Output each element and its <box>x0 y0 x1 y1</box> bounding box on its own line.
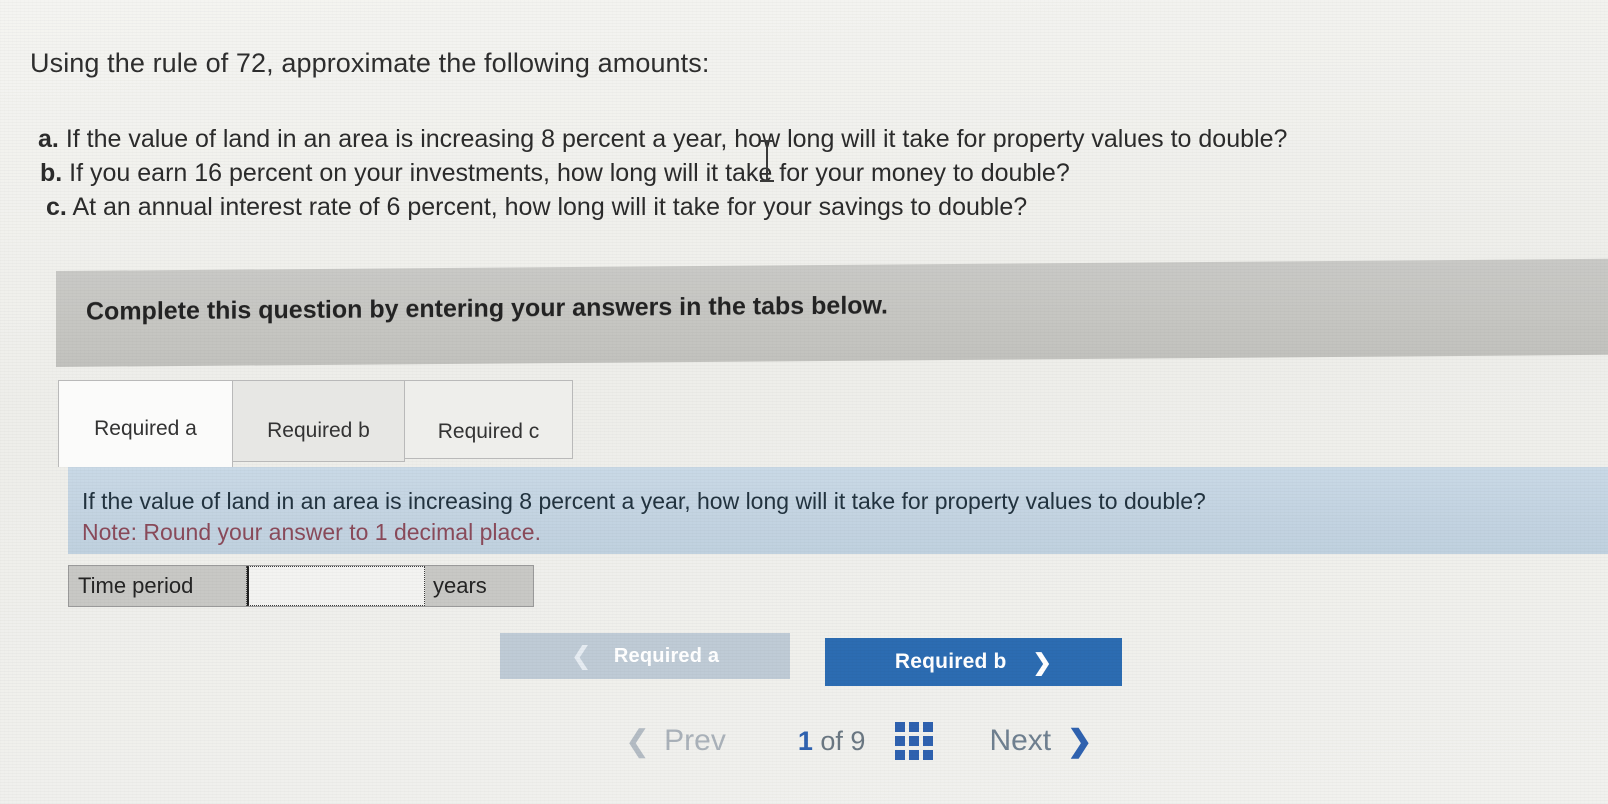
page-title: Using the rule of 72, approximate the fo… <box>30 48 710 78</box>
question-part-c: c. At an annual interest rate of 6 perce… <box>38 190 1578 224</box>
tab-required-c[interactable]: Required c <box>404 380 573 459</box>
tab-required-b[interactable]: Required b <box>232 380 405 462</box>
tab-required-a[interactable]: Required a <box>58 380 233 467</box>
answer-row-label: Time period <box>69 566 247 606</box>
requirement-nav: ❮ Required a Required b ❯ <box>500 633 1122 686</box>
question-part-b: b. If you earn 16 percent on your invest… <box>38 156 1578 190</box>
question-part-a: a. If the value of land in an area is in… <box>38 122 1578 156</box>
question-part-b-label: b. <box>40 159 63 187</box>
next-button-label: Next <box>989 724 1052 757</box>
question-panel-question: If the value of land in an area is incre… <box>82 488 1206 514</box>
question-panel: If the value of land in an area is incre… <box>68 467 1608 554</box>
answer-row-unit: years <box>425 566 533 606</box>
answer-row: Time period years <box>68 565 534 607</box>
next-button[interactable]: Next ❯ <box>989 724 1092 759</box>
question-part-b-text: If you earn 16 percent on your investmen… <box>69 159 1070 187</box>
required-b-button[interactable]: Required b ❯ <box>825 638 1122 686</box>
tab-required-b-label: Required b <box>267 419 370 442</box>
instruction-banner: Complete this question by entering your … <box>56 258 1608 367</box>
tab-required-a-label: Required a <box>94 417 197 440</box>
page-of-label: of <box>820 725 843 756</box>
required-a-button[interactable]: ❮ Required a <box>500 633 790 679</box>
instruction-banner-text: Complete this question by entering your … <box>86 291 888 326</box>
chevron-right-icon: ❯ <box>1067 724 1093 758</box>
prev-button-label: Prev <box>664 724 726 757</box>
prev-button[interactable]: ❮ Prev <box>625 724 726 759</box>
current-page-number: 1 <box>797 725 813 756</box>
required-b-button-label: Required b <box>894 650 1007 673</box>
required-a-button-label: Required a <box>613 644 720 667</box>
question-panel-note: Note: Round your answer to 1 decimal pla… <box>82 519 541 545</box>
grid-3x3-icon[interactable] <box>895 722 934 760</box>
question-parts-list: a. If the value of land in an area is in… <box>38 122 1578 224</box>
pagination-bar: ❮ Prev 1 of 9 Next ❯ <box>625 722 1092 760</box>
question-part-c-label: c. <box>46 193 67 221</box>
question-part-a-label: a. <box>38 125 59 153</box>
question-part-c-text: At an annual interest rate of 6 percent,… <box>72 193 1028 221</box>
question-part-a-text: If the value of land in an area is incre… <box>65 125 1288 153</box>
chevron-left-icon: ❮ <box>625 724 651 758</box>
page-counter: 1 of 9 <box>798 726 866 757</box>
chevron-right-icon: ❯ <box>1032 648 1053 675</box>
time-period-input[interactable] <box>247 566 425 606</box>
total-page-number: 9 <box>850 725 866 756</box>
tab-required-c-label: Required c <box>437 420 540 443</box>
question-page: Using the rule of 72, approximate the fo… <box>0 0 1608 804</box>
chevron-left-icon: ❮ <box>570 641 592 670</box>
